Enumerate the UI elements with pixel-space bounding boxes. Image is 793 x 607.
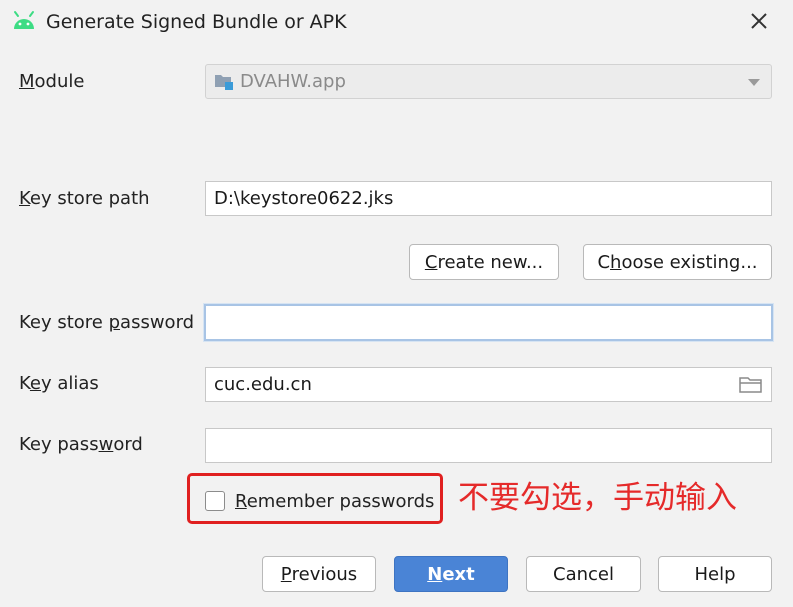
- key-store-path-label: Key store path: [19, 188, 150, 209]
- key-store-password-input[interactable]: [204, 304, 773, 341]
- previous-button[interactable]: Previous: [262, 556, 376, 592]
- close-icon[interactable]: [744, 6, 774, 36]
- module-select[interactable]: DVAHW.app: [205, 64, 772, 99]
- module-label: Module: [19, 71, 85, 92]
- create-new-button[interactable]: Create new...: [409, 244, 559, 280]
- key-alias-input[interactable]: cuc.edu.cn: [205, 367, 772, 402]
- module-folder-icon: [215, 74, 233, 90]
- chevron-down-icon: [748, 79, 760, 86]
- key-store-path-input[interactable]: D:\keystore0622.jks: [205, 181, 772, 216]
- dialog-title: Generate Signed Bundle or APK: [46, 11, 347, 33]
- folder-icon[interactable]: [739, 375, 763, 395]
- android-icon: [12, 10, 36, 32]
- key-alias-label: Key alias: [19, 373, 99, 394]
- key-store-password-label: Key store password: [19, 312, 195, 333]
- key-password-label: Key password: [19, 434, 143, 455]
- next-button[interactable]: Next: [394, 556, 508, 592]
- cancel-button[interactable]: Cancel: [526, 556, 641, 592]
- remember-passwords-label[interactable]: Remember passwords: [235, 490, 434, 514]
- module-value: DVAHW.app: [240, 70, 346, 92]
- annotation-text: 不要勾选，手动输入: [458, 480, 737, 516]
- key-password-input[interactable]: [205, 428, 772, 463]
- help-button[interactable]: Help: [658, 556, 772, 592]
- remember-passwords-checkbox[interactable]: [205, 491, 225, 511]
- choose-existing-button[interactable]: Ch oose existing...: [583, 244, 772, 280]
